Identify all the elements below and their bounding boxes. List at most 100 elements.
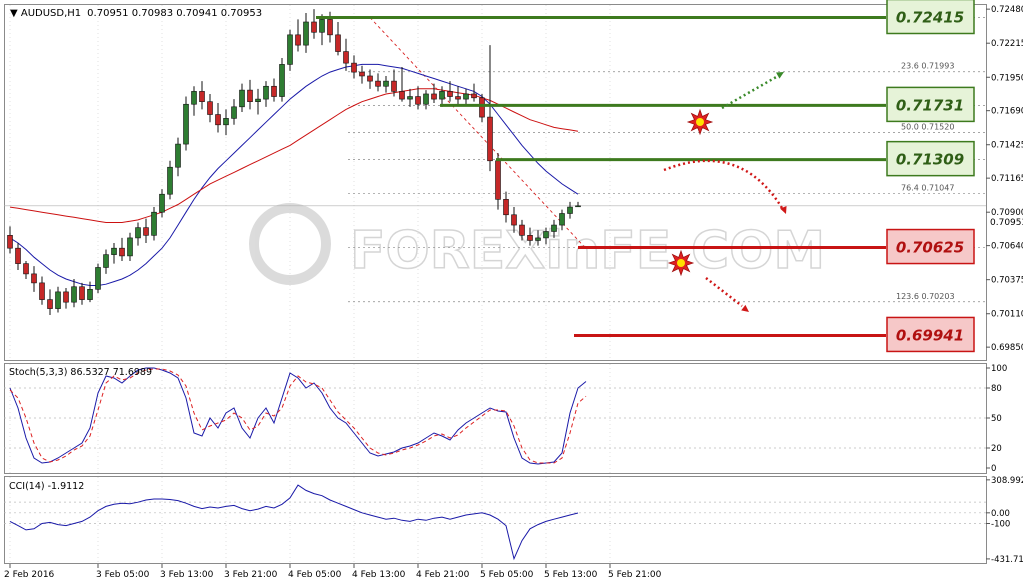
time-tick-label: 3 Feb 05:00 [96,570,150,580]
stoch-tick-label: 0 [991,464,996,474]
chart-header: ▼ AUDUSD,H1 0.70951 0.70983 0.70941 0.709… [10,8,262,19]
bearish-candle-body [487,116,493,162]
price-tick-label: 0.71950 [991,73,1023,83]
bullish-candle-body [423,93,429,105]
bullish-candle-body [551,224,557,232]
breakout-burst-icon-core [696,118,704,126]
time-tick-label: 5 Feb 05:00 [480,570,534,580]
stoch-header: Stoch(5,3,3) 86.5327 71.6989 [9,367,152,378]
bearish-candle-body [119,247,125,257]
bearish-candle-body [471,93,477,99]
bearish-candle-body [143,227,149,236]
bullish-candle-body [87,289,93,300]
support-level-label: 0.70625 [896,239,964,257]
bullish-candle-body [407,96,413,100]
bullish-candle-body [383,80,389,87]
bullish-candle-body [239,89,245,108]
support-level-label: 0.69941 [896,326,964,344]
bearish-candle-body [399,91,405,100]
bearish-candle-body [207,101,213,115]
bearish-candle-body [79,286,85,300]
bullish-candle-body [543,231,549,239]
resistance-level-label: 0.71731 [896,96,964,114]
bullish-candle-body [103,254,109,268]
ohlc-header: 0.70951 0.70983 0.70941 0.70953 [87,8,262,19]
bearish-candle-body [415,96,421,105]
bearish-candle-body [527,235,533,241]
price-tick-label: 0.70640 [991,242,1023,252]
cci-tick-label: -431.713 [991,555,1023,565]
bearish-candle-body [351,62,357,73]
bullish-candle-body [535,237,541,241]
bearish-candle-body [343,51,349,64]
cci-tick-label: 0.00 [991,509,1010,519]
bullish-candle-body [111,247,117,255]
cci-header: CCI(14) -1.9112 [9,481,84,492]
bearish-candle-body [15,247,21,264]
bearish-candle-body [495,160,501,200]
price-tick-label: 0.71690 [991,107,1023,117]
bullish-candle-body [127,237,133,257]
bullish-candle-body [175,143,181,168]
time-tick-label: 4 Feb 21:00 [416,570,470,580]
bullish-candle-body [151,211,157,236]
bearish-candle-body [511,214,517,226]
time-tick-label: 5 Feb 21:00 [608,570,662,580]
bearish-candle-body [455,96,461,100]
bullish-candle-body [191,91,197,105]
bullish-candle-body [319,19,325,33]
bullish-candle-body [95,267,101,290]
bearish-candle-body [335,34,341,52]
price-tick-label: 0.71425 [991,141,1023,151]
price-tick-label: 0.72480 [991,5,1023,15]
bearish-candle-body [7,235,13,249]
stoch-panel-frame [4,363,987,474]
bearish-candle-body [47,299,53,309]
chart-canvas: FOREXinFE.COM 23.6 0.71993 50.0 0.71520 76… [4,0,1023,580]
bearish-candle-body [271,85,277,97]
stoch-tick-label: 100 [991,364,1007,374]
bearish-candle-body [311,21,317,33]
bearish-candle-body [199,91,205,102]
time-tick-label: 5 Feb 13:00 [544,570,598,580]
bearish-candle-body [519,224,525,236]
support-burst-icon-core [677,259,685,267]
fibonacci-level-label: 76.4 0.71047 [901,183,954,192]
price-tick-label: 0.70375 [991,276,1023,286]
resistance-level-label: 0.71309 [896,151,964,169]
bearish-candle-body [479,97,485,118]
bullish-candle-body [159,193,165,213]
fibonacci-level-label: 123.6 0.70203 [896,292,955,301]
cci-tick-label: -100 [991,520,1010,530]
stoch-tick-label: 80 [991,384,1002,394]
bullish-candle-body [575,205,581,208]
bullish-candle-body [463,93,469,100]
bullish-candle-body [223,118,229,126]
symbol-label: AUDUSD,H1 [21,8,81,19]
watermark-text: FOREXinFE.COM [350,221,825,281]
bearish-candle-body [63,291,69,303]
price-tick-label: 0.71165 [991,174,1023,184]
bearish-candle-body [215,114,221,126]
time-tick-label: 4 Feb 05:00 [288,570,342,580]
bearish-candle-body [295,34,301,46]
bullish-candle-body [279,64,285,97]
bearish-candle-body [391,80,397,92]
bearish-candle-body [447,91,453,97]
bullish-candle-body [559,213,565,226]
price-tick-label: 0.69850 [991,343,1023,353]
bullish-candle-body [439,91,445,100]
cci-tick-label: 308.992 [991,476,1023,486]
bearish-candle-body [327,19,333,36]
bullish-candle-body [263,85,269,100]
bullish-candle-body [255,98,261,102]
fibonacci-level-label: 50.0 0.71520 [901,123,954,132]
bearish-candle-body [31,273,37,284]
bullish-candle-body [183,103,189,145]
bearish-candle-body [23,263,29,275]
bullish-candle-body [231,106,237,119]
bullish-candle-body [55,291,61,309]
time-tick-label: 4 Feb 13:00 [352,570,406,580]
resistance-level-label: 0.72415 [896,8,964,26]
current-price-tag: 0.70953 [990,218,1023,228]
